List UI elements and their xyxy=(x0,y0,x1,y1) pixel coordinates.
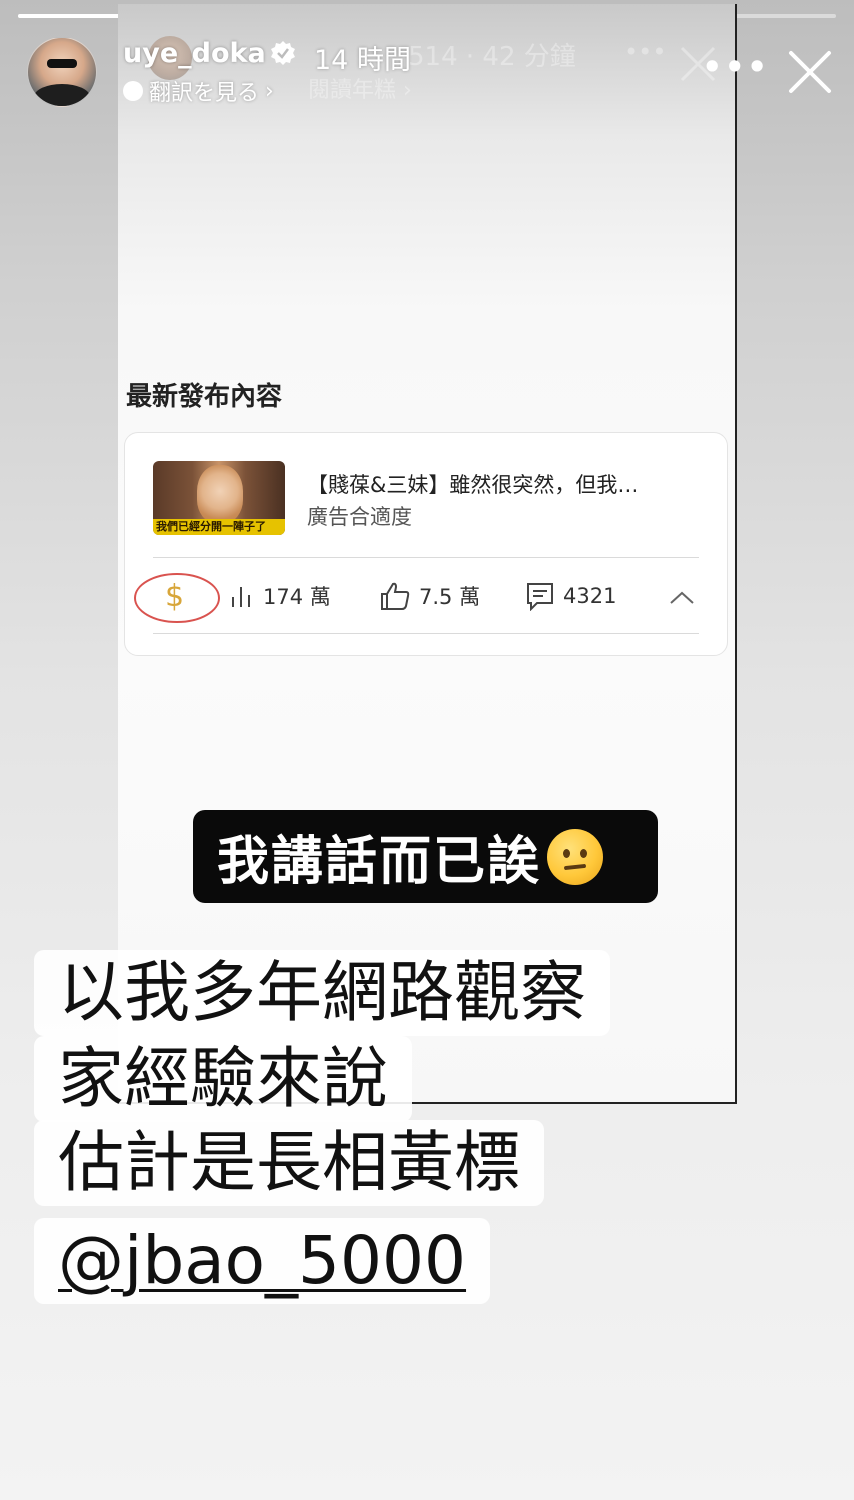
section-title: 最新發布內容 xyxy=(126,382,283,412)
neutral-face-emoji-icon xyxy=(547,828,604,885)
embedded-more-icon: ••• xyxy=(624,38,667,66)
mention-link[interactable]: @jbao_5000 xyxy=(58,1222,466,1299)
emoji-eye xyxy=(580,848,588,858)
sticker-text: 我講話而已誒 xyxy=(217,832,542,892)
dollar-icon: $ xyxy=(165,579,185,614)
username[interactable]: uye_doka xyxy=(123,38,266,69)
comments-stat: 4321 xyxy=(525,581,616,611)
more-options-button[interactable]: ••• xyxy=(702,48,769,86)
caption-line: 以我多年網路觀察 xyxy=(34,950,610,1036)
caption-line: 估計是長相黃標 xyxy=(34,1120,544,1206)
comment-icon xyxy=(527,583,553,611)
comments-count: 4321 xyxy=(563,584,617,608)
avatar-jacket xyxy=(34,84,90,106)
embedded-time-label: 514 · 42 分鐘 xyxy=(408,42,576,72)
emoji-mouth xyxy=(563,863,587,870)
chevron-up-icon[interactable] xyxy=(669,589,695,605)
views-count: 174 萬 xyxy=(263,585,331,609)
embedded-screenshot: 514 · 42 分鐘 閱讀年糕 › ••• 最新發布內容 我們已經分開一陣子了… xyxy=(118,4,737,1104)
divider xyxy=(153,557,699,558)
video-title[interactable]: 【賤葆&三妹】雖然很突然，但我… xyxy=(307,469,707,499)
thumbs-up-icon xyxy=(381,582,410,610)
thumbnail-person xyxy=(197,465,243,523)
video-card[interactable]: 我們已經分開一陣子了 【賤葆&三妹】雖然很突然，但我… 廣告合適度 $ 174 … xyxy=(124,432,728,656)
avatar-glasses xyxy=(47,59,77,68)
views-stat: 174 萬 xyxy=(229,581,331,611)
verified-badge-icon xyxy=(271,41,295,65)
likes-count: 7.5 萬 xyxy=(419,585,481,609)
profile-avatar[interactable] xyxy=(27,37,97,107)
bar-chart-icon xyxy=(232,587,250,607)
translate-label[interactable]: 翻訳を見る xyxy=(149,75,259,107)
video-stats-row: $ 174 萬 7.5 萬 4321 xyxy=(133,573,719,623)
likes-stat: 7.5 萬 xyxy=(379,581,480,611)
speech-bubble-icon xyxy=(123,81,143,101)
close-icon[interactable] xyxy=(786,48,834,96)
monetization-status: $ xyxy=(165,579,184,614)
emoji-eye xyxy=(563,848,571,858)
chevron-right-icon: › xyxy=(265,78,274,104)
video-thumbnail[interactable]: 我們已經分開一陣子了 xyxy=(153,461,285,535)
translate-link[interactable]: 翻訳を見る › xyxy=(123,75,274,107)
ad-suitability-label: 廣告合適度 xyxy=(307,505,412,529)
mention-tag[interactable]: @jbao_5000 xyxy=(34,1218,491,1304)
caption-line: 家經驗來說 xyxy=(34,1036,412,1122)
divider xyxy=(153,633,699,634)
thumbnail-caption: 我們已經分開一陣子了 xyxy=(153,519,285,535)
text-sticker: 我講話而已誒 xyxy=(193,810,658,903)
post-time: 14 時間 xyxy=(314,45,411,76)
